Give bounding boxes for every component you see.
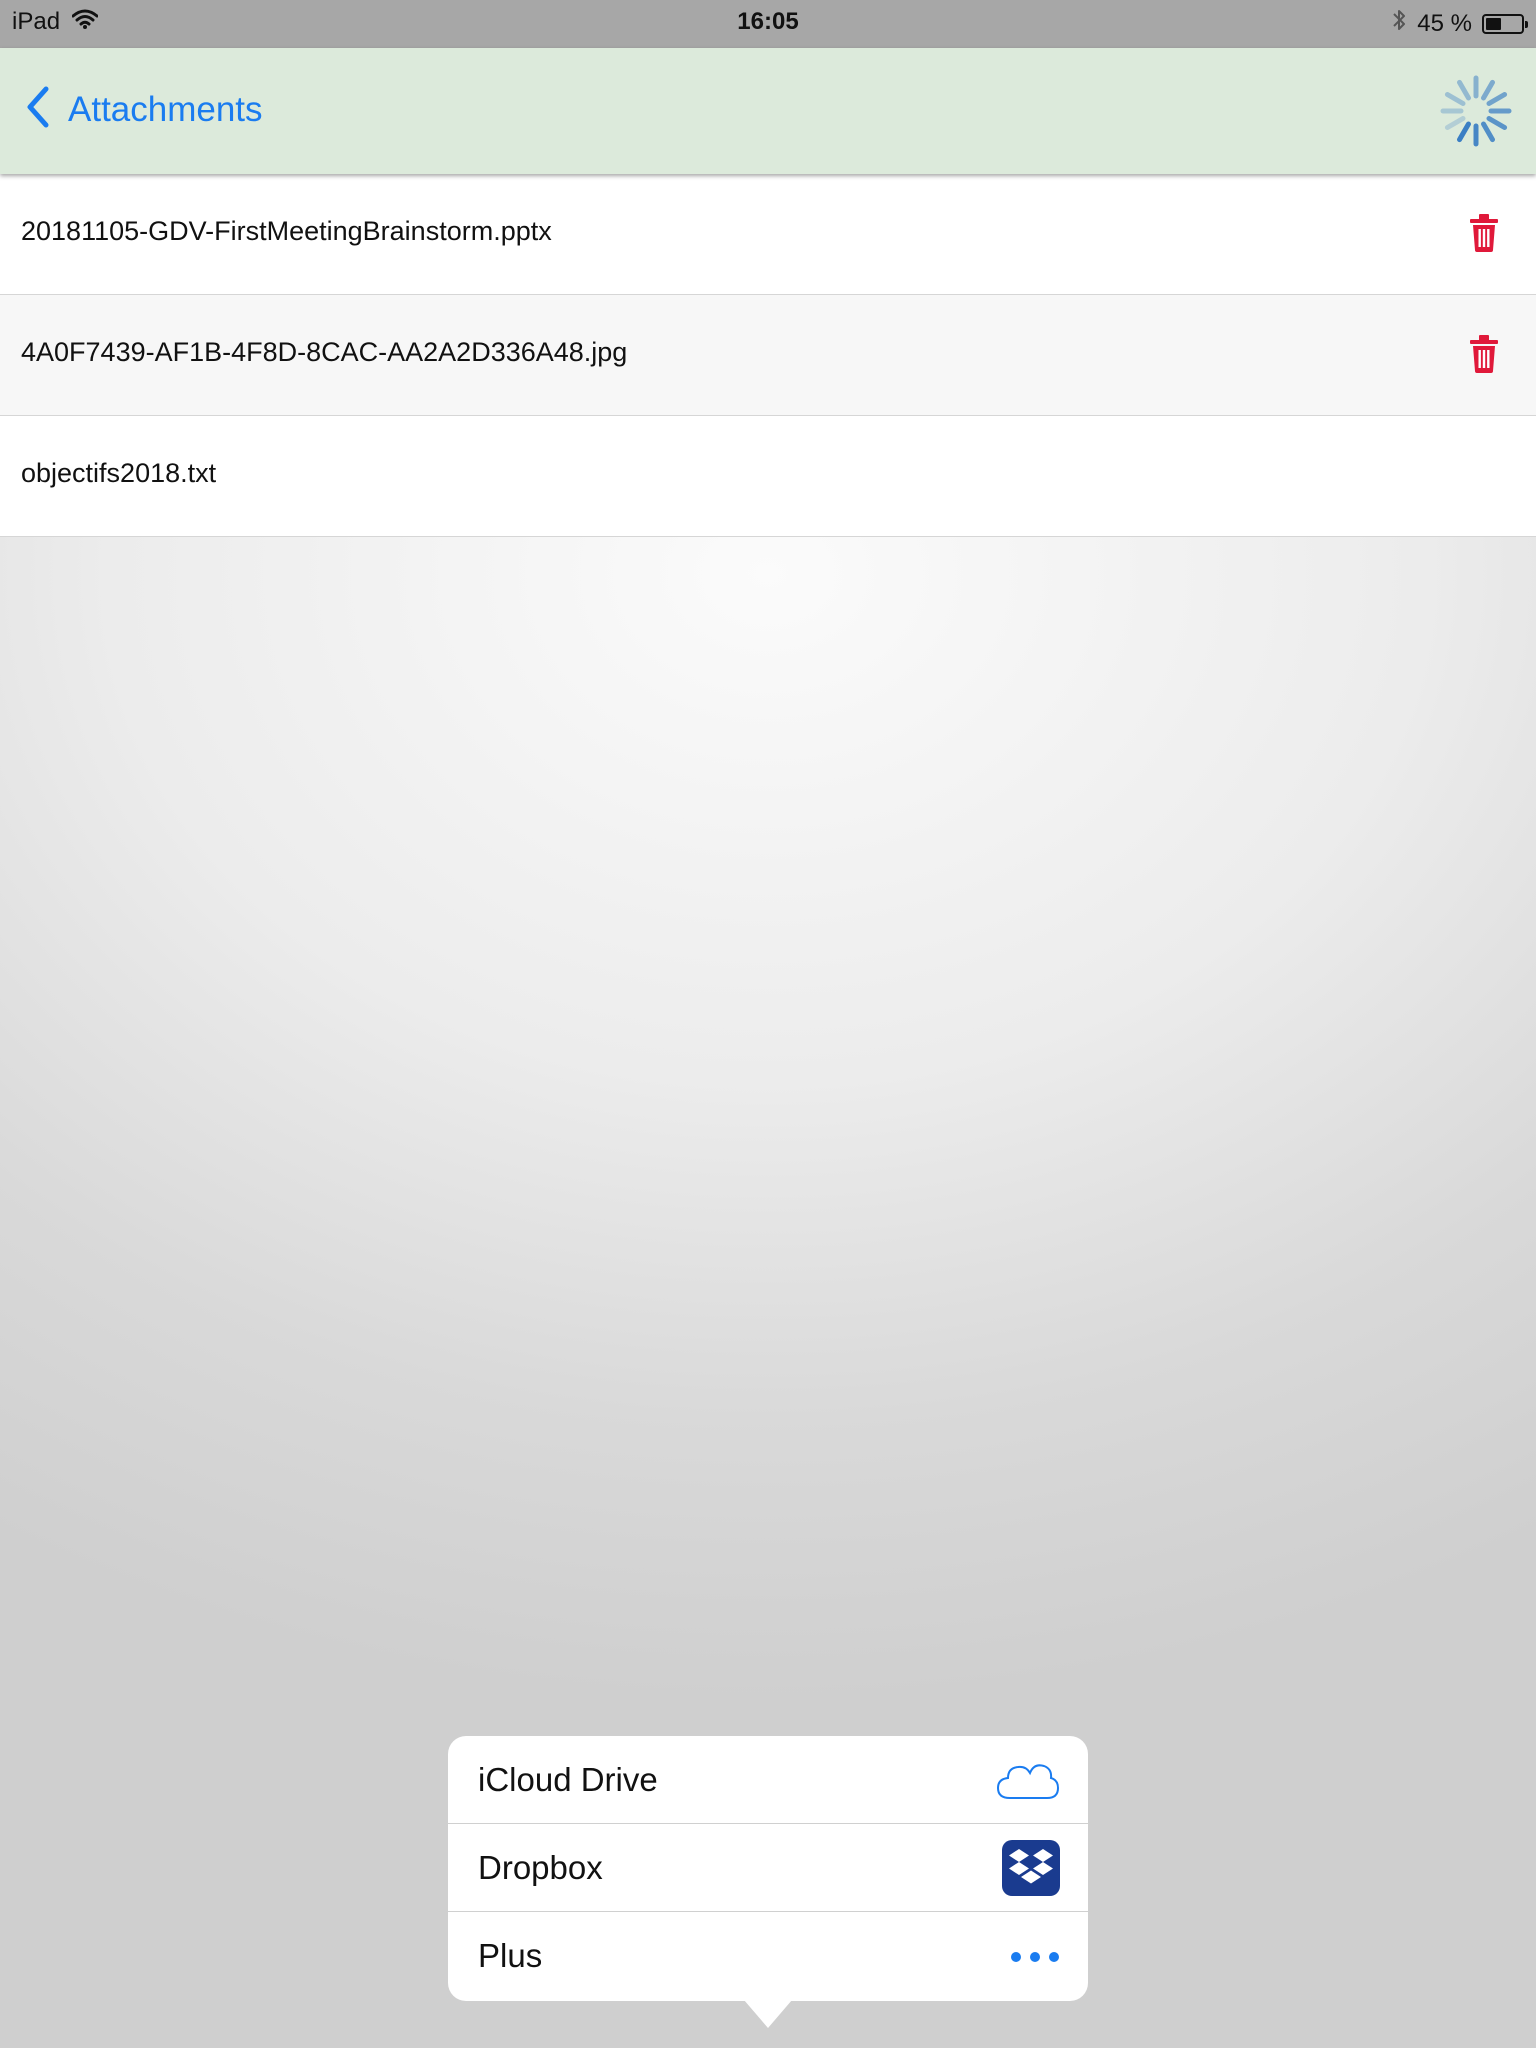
- back-button-label: Attachments: [68, 89, 263, 129]
- attachment-name: objectifs2018.txt: [21, 458, 217, 488]
- spinner-spoke: [1481, 79, 1495, 101]
- battery-percentage: 45 %: [1417, 9, 1472, 37]
- list-item[interactable]: 4A0F7439-AF1B-4F8D-8CAC-AA2A2D336A48.jpg: [0, 295, 1536, 416]
- spinner-spoke: [1486, 92, 1508, 106]
- bluetooth-icon: [1391, 8, 1407, 39]
- spinner-spoke: [1481, 121, 1495, 143]
- status-time: 16:05: [737, 8, 799, 35]
- spinner-spoke: [1486, 116, 1508, 130]
- spinner-spoke: [1444, 92, 1466, 106]
- list-item[interactable]: objectifs2018.txt: [0, 416, 1536, 537]
- trash-icon[interactable]: [1470, 335, 1498, 373]
- spinner-spoke: [1457, 121, 1471, 143]
- document-picker-popover: iCloud Drive Dropbox Plus: [448, 1736, 1088, 2001]
- attachments-list: 20181105-GDV-FirstMeetingBrainstorm.pptx…: [0, 174, 1536, 537]
- attachment-name: 20181105-GDV-FirstMeetingBrainstorm.pptx: [21, 216, 552, 246]
- navigation-bar: Attachments: [0, 48, 1536, 174]
- ellipsis-icon: [1010, 1950, 1060, 1968]
- battery-level: [1486, 17, 1501, 30]
- menu-item-icloud-drive[interactable]: iCloud Drive: [448, 1736, 1088, 1824]
- attachment-name: 4A0F7439-AF1B-4F8D-8CAC-AA2A2D336A48.jpg: [21, 337, 628, 367]
- menu-item-label: iCloud Drive: [478, 1761, 658, 1798]
- back-button[interactable]: Attachments: [26, 86, 263, 133]
- menu-item-dropbox[interactable]: Dropbox: [448, 1824, 1088, 1912]
- menu-item-label: Plus: [478, 1937, 543, 1974]
- battery-icon: [1482, 13, 1528, 34]
- spinner-spoke: [1457, 79, 1471, 101]
- status-bar: iPad 16:05 45 %: [0, 0, 1536, 48]
- loading-spinner-icon: [1440, 75, 1512, 147]
- menu-item-plus[interactable]: Plus: [448, 1912, 1088, 2000]
- trash-icon[interactable]: [1470, 214, 1498, 252]
- spinner-spoke: [1444, 116, 1466, 130]
- status-right: 45 %: [1391, 8, 1528, 39]
- chevron-left-icon: [26, 86, 50, 133]
- list-item[interactable]: 20181105-GDV-FirstMeetingBrainstorm.pptx: [0, 174, 1536, 295]
- menu-item-label: Dropbox: [478, 1849, 603, 1886]
- dropbox-icon: [1002, 1840, 1060, 1901]
- cloud-icon: [996, 1760, 1060, 1805]
- popover-arrow: [744, 2000, 792, 2028]
